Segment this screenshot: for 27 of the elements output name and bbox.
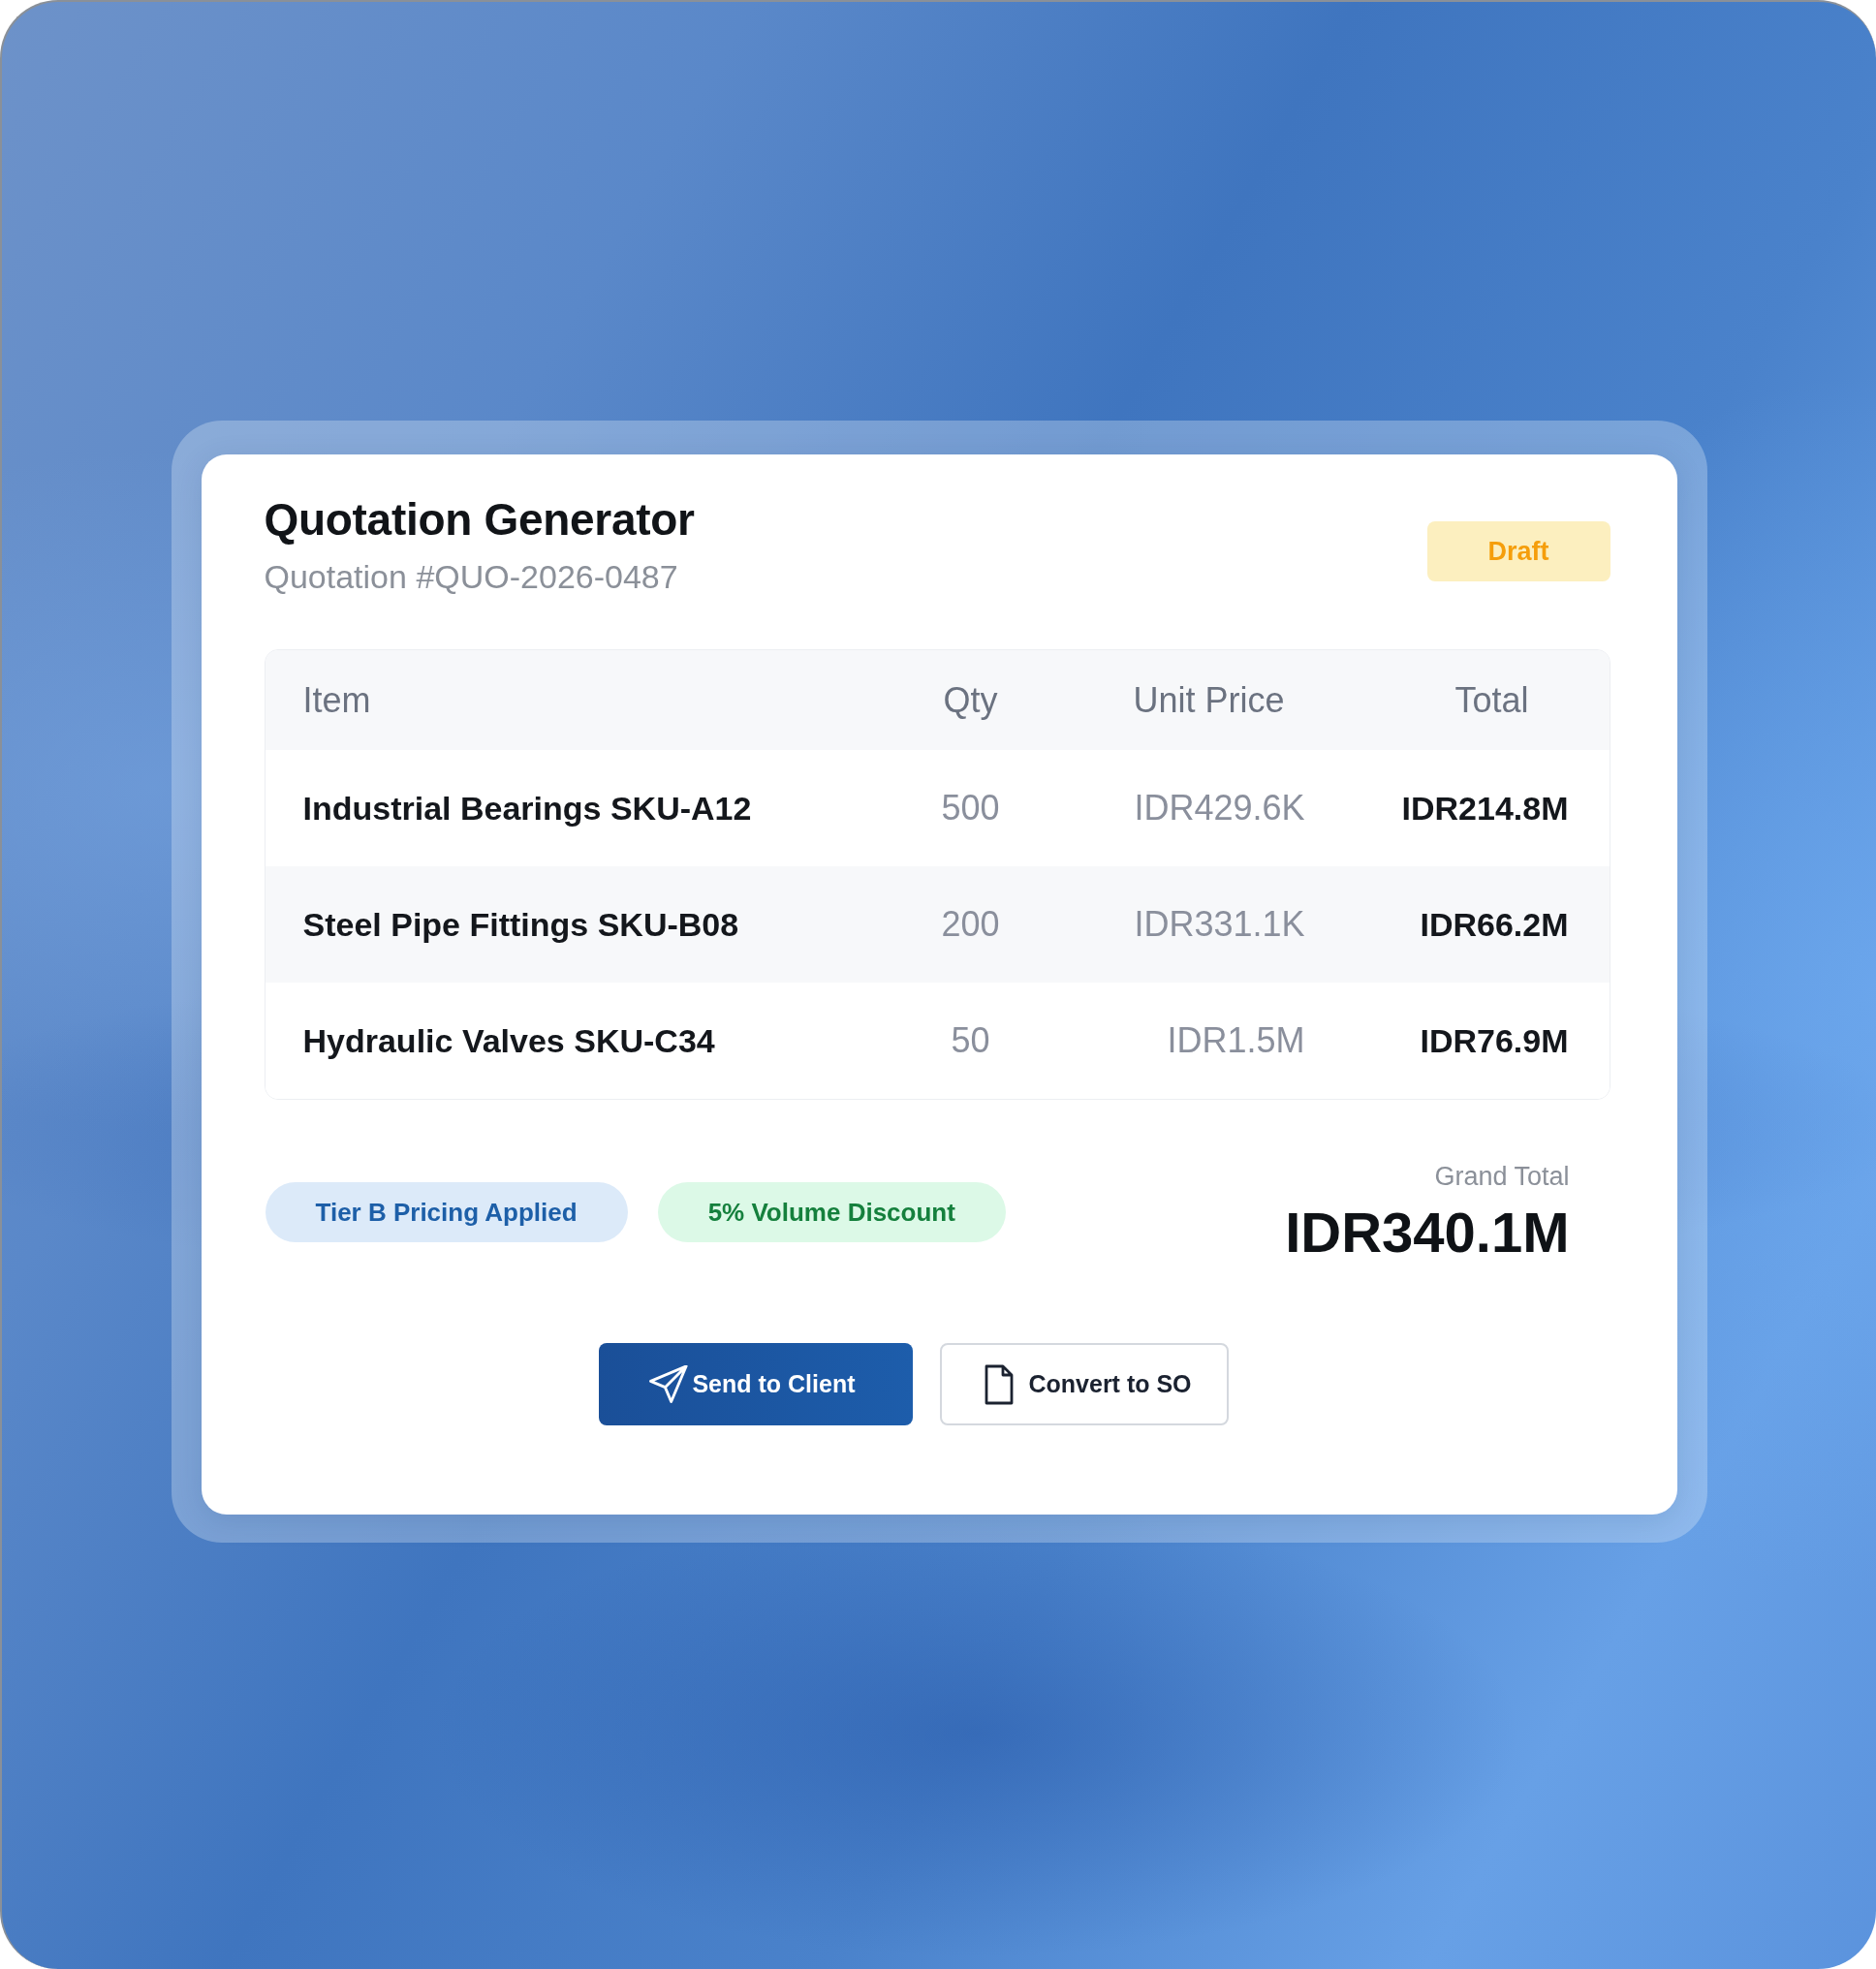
- table-cell: Hydraulic Valves SKU-C34: [302, 1021, 715, 1060]
- document-icon: [985, 1363, 1015, 1405]
- table-cell: 200: [941, 904, 1000, 945]
- table-cell: Industrial Bearings SKU-A12: [302, 789, 752, 828]
- convert-button[interactable]: Convert to SO: [940, 1343, 1229, 1425]
- table-cell: IDR331.1K: [1134, 904, 1305, 945]
- quotation-title: Quotation Generator: [264, 493, 695, 546]
- table-header-cell: Qty: [943, 679, 998, 721]
- send-button[interactable]: Send to Client: [599, 1343, 914, 1425]
- table-cell: Steel Pipe Fittings SKU-B08: [302, 905, 739, 944]
- paper-plane-icon: [649, 1364, 689, 1404]
- table-cell: IDR66.2M: [1420, 905, 1569, 944]
- pricing-tag: 5% Volume Discount: [657, 1182, 1006, 1242]
- table-cell: IDR1.5M: [1167, 1020, 1305, 1061]
- pricing-tag: Tier B Pricing Applied: [265, 1182, 628, 1242]
- table-cell: IDR214.8M: [1401, 789, 1569, 828]
- table-cell: 50: [951, 1020, 990, 1061]
- table-header-cell: Unit Price: [1133, 679, 1285, 721]
- grand-total-label: Grand Total: [1434, 1161, 1570, 1193]
- grand-total-amount: IDR340.1M: [1285, 1201, 1570, 1265]
- table-cell: 500: [941, 788, 1000, 828]
- quotation-number: Quotation #QUO-2026-0487: [264, 557, 679, 596]
- table-header-cell: Item: [302, 679, 371, 721]
- table-cell: IDR429.6K: [1134, 788, 1305, 828]
- status-badge: Draft: [1426, 521, 1610, 581]
- table-cell: IDR76.9M: [1420, 1021, 1569, 1060]
- table-header-cell: Total: [1454, 679, 1529, 721]
